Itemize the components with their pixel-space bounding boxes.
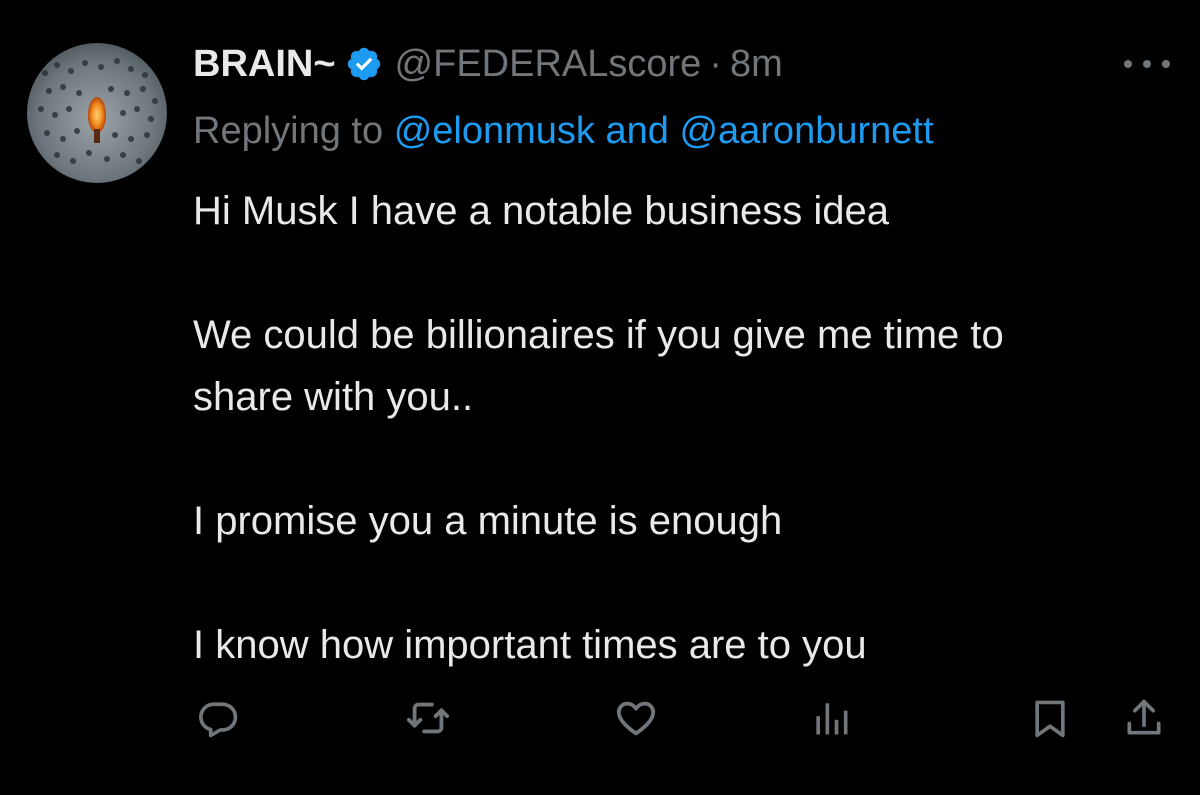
views-button[interactable] bbox=[806, 693, 856, 743]
retweet-icon bbox=[405, 695, 451, 741]
tweet-text-line: I know how important times are to you bbox=[193, 623, 867, 667]
bookmark-icon bbox=[1028, 696, 1072, 740]
tweet-text: Hi Musk I have a notable business idea W… bbox=[193, 180, 1183, 676]
avatar[interactable] bbox=[27, 43, 167, 183]
share-icon bbox=[1122, 696, 1166, 740]
views-bars-icon bbox=[809, 696, 853, 740]
more-dots-icon[interactable] bbox=[1124, 52, 1170, 76]
tweet-text-line: share with you.. bbox=[193, 375, 474, 419]
bookmark-button[interactable] bbox=[1025, 693, 1075, 743]
display-name[interactable]: BRAIN~ bbox=[193, 38, 336, 90]
author-handle[interactable]: @FEDERALscore bbox=[395, 38, 702, 90]
tweet-actions bbox=[193, 693, 1173, 743]
timestamp[interactable]: 8m bbox=[730, 38, 783, 90]
reply-bubble-icon bbox=[196, 696, 240, 740]
heart-icon bbox=[613, 695, 659, 741]
share-button[interactable] bbox=[1119, 693, 1169, 743]
tweet-text-line: Hi Musk I have a notable business idea bbox=[193, 189, 889, 233]
header-separator: · bbox=[709, 43, 722, 85]
reply-button[interactable] bbox=[193, 693, 243, 743]
reply-conjunction[interactable]: and bbox=[605, 110, 668, 152]
replying-to-prefix: Replying to bbox=[193, 110, 384, 152]
tweet-text-line: We could be billionaires if you give me … bbox=[193, 313, 1004, 357]
tweet-card[interactable]: BRAIN~ @FEDERALscore · 8m Replying to @e… bbox=[0, 0, 1200, 795]
tweet-header: BRAIN~ @FEDERALscore · 8m bbox=[193, 38, 783, 90]
replying-to: Replying to @elonmusk and @aaronburnett bbox=[193, 105, 934, 157]
tweet-text-line: I promise you a minute is enough bbox=[193, 499, 783, 543]
retweet-button[interactable] bbox=[403, 693, 453, 743]
like-button[interactable] bbox=[611, 693, 661, 743]
reply-mention-elonmusk[interactable]: @elonmusk bbox=[394, 110, 595, 152]
verified-badge-icon[interactable] bbox=[345, 45, 383, 83]
reply-mention-aaronburnett[interactable]: @aaronburnett bbox=[679, 110, 933, 152]
